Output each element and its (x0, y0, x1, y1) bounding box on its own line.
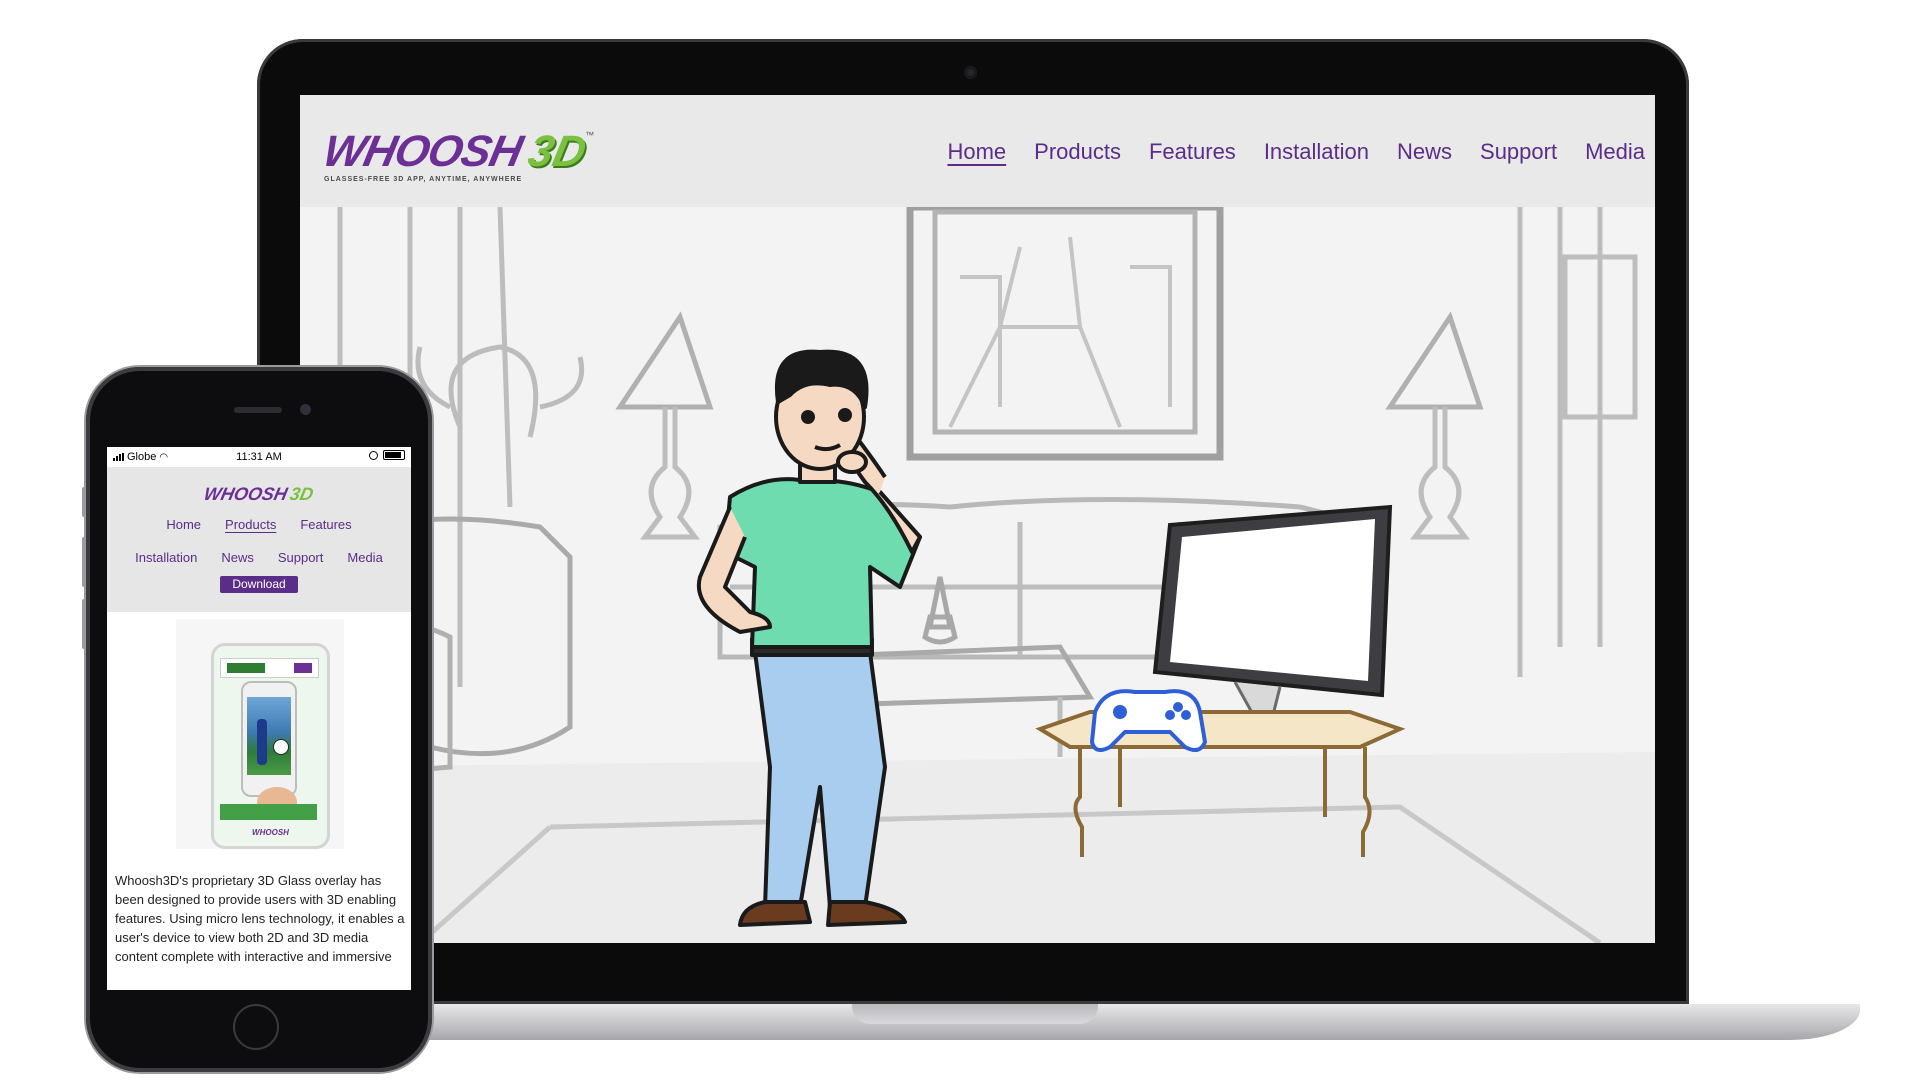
mobile-nav-row-1: Home Products Features (107, 517, 411, 532)
orientation-lock-icon (369, 450, 378, 460)
mobile-logo-3d-mark: 3D (288, 484, 316, 504)
package-phone (241, 681, 297, 817)
hero-illustration[interactable] (300, 207, 1655, 943)
logo-wordmark: WHOOSH (318, 127, 527, 176)
logo-3d-mark: 3D (523, 127, 591, 176)
package-logo: WHOOSH (252, 828, 289, 837)
living-room-scene (300, 207, 1655, 943)
nav-news[interactable]: News (1397, 139, 1452, 165)
package-header-bar (227, 663, 265, 673)
mobile-nav-media[interactable]: Media (347, 550, 382, 565)
nav-features[interactable]: Features (1149, 139, 1236, 165)
mobile-nav-features[interactable]: Features (300, 517, 351, 532)
package-header (220, 658, 319, 678)
phone-screen: Globe ◠ 11:31 AM WHOOSH3D Home Products … (107, 447, 411, 990)
mobile-nav-products[interactable]: Products (225, 517, 276, 532)
laptop-camera (964, 66, 977, 79)
package-header-tag (294, 663, 312, 673)
phone-mute-switch (82, 487, 86, 517)
mobile-nav-news[interactable]: News (221, 550, 254, 565)
nav-media[interactable]: Media (1585, 139, 1645, 165)
product-image: WHOOSH (176, 619, 344, 849)
mobile-nav-installation[interactable]: Installation (135, 550, 197, 565)
status-right (369, 450, 405, 460)
mobile-logo[interactable]: WHOOSH3D (107, 484, 411, 505)
phone-volume-up (82, 537, 86, 587)
phone-speaker (234, 407, 282, 413)
mobile-nav-support[interactable]: Support (278, 550, 324, 565)
package-phone-screen (247, 697, 291, 775)
phone-home-button[interactable] (233, 1004, 279, 1050)
nav-installation[interactable]: Installation (1264, 139, 1369, 165)
site-logo[interactable]: WHOOSH3D™ GLASSES-FREE 3D APP, ANYTIME, … (319, 127, 594, 183)
product-package: WHOOSH (211, 643, 330, 849)
site-header: WHOOSH3D™ GLASSES-FREE 3D APP, ANYTIME, … (300, 95, 1655, 207)
phone-volume-down (82, 599, 86, 649)
phone-front-camera (300, 404, 311, 415)
logo-tagline: GLASSES-FREE 3D APP, ANYTIME, ANYWHERE (324, 176, 523, 183)
product-description: Whoosh3D's proprietary 3D Glass overlay … (115, 873, 405, 964)
package-footer (220, 804, 317, 820)
main-nav: Home Products Features Installation News… (919, 139, 1645, 165)
nav-products[interactable]: Products (1034, 139, 1121, 165)
battery-icon (383, 450, 405, 460)
mobile-logo-wordmark: WHOOSH (202, 484, 290, 504)
status-time: 11:31 AM (236, 451, 282, 463)
soccer-ball-icon (273, 739, 289, 755)
laptop-opening-notch (852, 1004, 1098, 1024)
mobile-header: WHOOSH3D Home Products Features Installa… (107, 467, 411, 612)
nav-support[interactable]: Support (1480, 139, 1557, 165)
laptop-screen: WHOOSH3D™ GLASSES-FREE 3D APP, ANYTIME, … (300, 95, 1655, 943)
download-button[interactable]: Download (220, 576, 298, 593)
phone-frame: Globe ◠ 11:31 AM WHOOSH3D Home Products … (82, 367, 432, 1072)
mobile-nav-home[interactable]: Home (166, 517, 201, 532)
status-bar: Globe ◠ 11:31 AM (107, 447, 411, 467)
nav-home[interactable]: Home (947, 139, 1006, 165)
mobile-nav-row-2: Installation News Support Media (107, 550, 411, 565)
package-player (257, 719, 267, 765)
